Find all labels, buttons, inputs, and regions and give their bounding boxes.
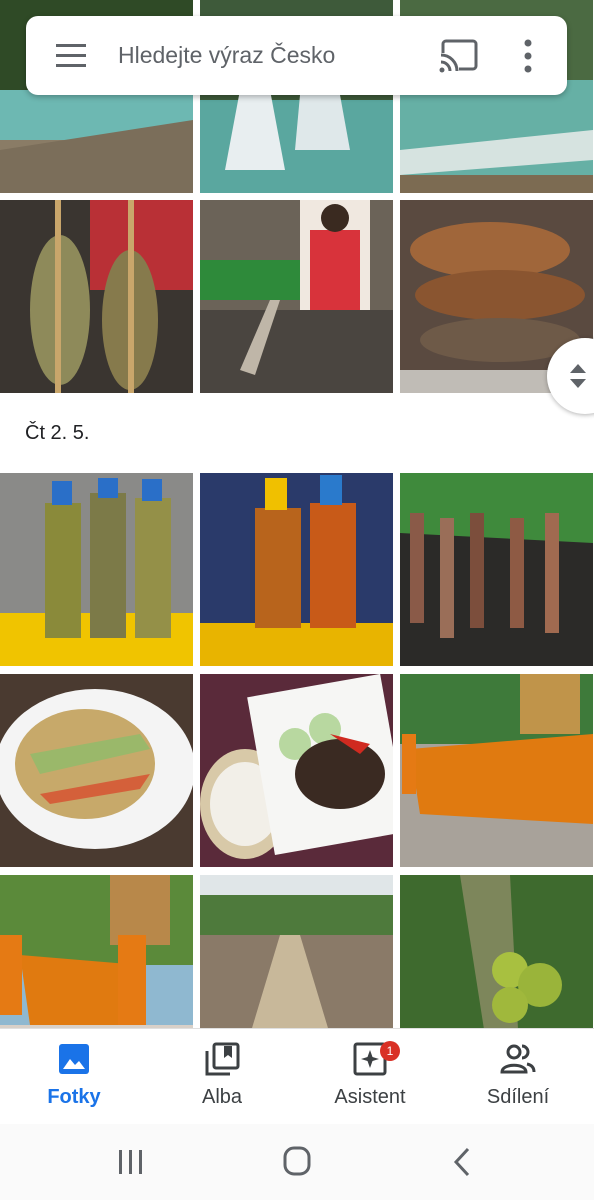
nav-item-assistant[interactable]: 1 Asistent: [296, 1029, 444, 1125]
nav-label: Asistent: [334, 1086, 406, 1108]
nav-label: Fotky: [47, 1086, 101, 1108]
nav-label: Sdílení: [486, 1086, 550, 1108]
recents-icon[interactable]: [111, 1146, 151, 1178]
menu-icon[interactable]: [56, 44, 86, 68]
date-header: Čt 2. 5.: [25, 422, 90, 444]
photo-thumbnail[interactable]: [0, 473, 193, 666]
photo-thumbnail[interactable]: [200, 473, 393, 666]
nav-item-sharing[interactable]: Sdílení: [444, 1029, 592, 1125]
photo-thumbnail[interactable]: [200, 674, 393, 867]
home-icon[interactable]: [277, 1146, 317, 1178]
nav-item-photos[interactable]: Fotky: [0, 1029, 148, 1125]
back-icon[interactable]: [444, 1146, 484, 1178]
notification-badge: 1: [380, 1041, 400, 1061]
photo-icon: [59, 1044, 89, 1074]
photo-thumbnail[interactable]: [0, 200, 193, 393]
bottom-navigation: Fotky Alba 1 Asistent Sdílení: [0, 1028, 594, 1125]
nav-item-albums[interactable]: Alba: [148, 1029, 296, 1125]
search-input[interactable]: Hledejte výraz Česko: [118, 42, 335, 69]
photo-thumbnail[interactable]: [0, 674, 193, 867]
scroll-arrows-icon: [570, 364, 586, 388]
system-navigation-bar: [0, 1124, 594, 1200]
album-icon: [205, 1042, 240, 1076]
more-options-icon[interactable]: [518, 38, 538, 74]
photo-thumbnail[interactable]: [400, 473, 593, 666]
photo-thumbnail[interactable]: [200, 200, 393, 393]
search-bar[interactable]: Hledejte výraz Česko: [26, 16, 567, 95]
cast-icon[interactable]: [439, 39, 479, 73]
people-icon: [500, 1044, 536, 1074]
photo-thumbnail[interactable]: [400, 674, 593, 867]
nav-label: Alba: [201, 1086, 243, 1108]
